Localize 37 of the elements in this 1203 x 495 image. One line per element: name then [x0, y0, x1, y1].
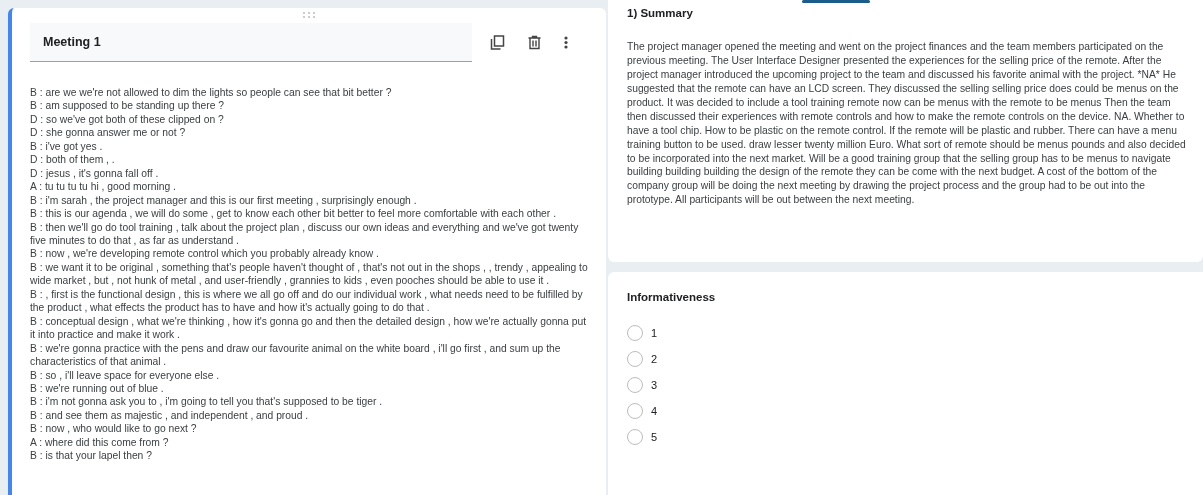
title-field[interactable]: Meeting 1: [30, 23, 472, 62]
option-label: 4: [651, 404, 658, 419]
transcript-line: D : both of them , .: [30, 153, 116, 167]
drag-handle-icon[interactable]: [302, 12, 316, 18]
transcript-line: B : we're gonna practice with the pens and draw our favourite animal on the white board , i'll go first , and sum up the characteristics of that animal .: [30, 341, 562, 369]
question-title: Informativeness: [627, 290, 717, 305]
transcript-line: B : so , i'll leave space for everyone else .: [30, 368, 221, 382]
option-label: 2: [651, 352, 658, 367]
transcript-line: B : now , who would like to go next ?: [30, 422, 198, 436]
transcript-line: B : conceptual design , what we're thinking , how it's gonna go and then the detailed design , how we're actually gonna put it into practice and make it work .: [30, 314, 587, 342]
trash-icon[interactable]: [527, 35, 542, 50]
option-label: 3: [651, 378, 658, 393]
transcript-line: B : is that your lapel then ?: [30, 449, 153, 463]
transcript-line: B : i've got yes .: [30, 139, 104, 154]
transcript-line: B : we want it to be original , something that's people haven't thought of , that's not out in the shops , , trendy , appealing to wide market , but , not hunk of metal , and user-friendly , grannies to kids , even pooches should be able to use it .: [30, 260, 589, 288]
transcript-line: A : tu tu tu tu hi , good morning .: [30, 180, 177, 194]
option-label: 1: [651, 326, 658, 341]
transcript-line: B : and see them as majestic , and independent , and proud .: [30, 408, 310, 423]
transcript-line: D : jesus , it's gonna fall off .: [30, 166, 160, 181]
transcript-line: B : now , we're developing remote control which you probably already know .: [30, 247, 380, 261]
transcript-line: B : i'm not gonna ask you to , i'm going to tell you that's supposed to be tiger .: [30, 395, 384, 409]
copy-icon[interactable]: [490, 35, 505, 50]
transcript-line: D : she gonna answer me or not ?: [30, 126, 187, 140]
transcript-line: B : then we'll go do tool training , talk about the project plan , discuss our own ideas and everything and we've got twenty five minutes to do that , as far as understand .: [30, 220, 580, 248]
transcript-line: B : are we we're not allowed to dim the lights so people can see that bit better ?: [30, 86, 393, 100]
tab-indicator: [802, 0, 870, 3]
transcript-line: B : we're running out of blue .: [30, 381, 165, 396]
transcript-line: A : where did this come from ?: [30, 435, 170, 450]
more-icon[interactable]: [564, 35, 568, 50]
option-label: 5: [651, 430, 658, 445]
summary-heading: 1) Summary: [627, 6, 694, 21]
transcript-line: B : am supposed to be standing up there ?: [30, 99, 226, 113]
transcript-line: B : i'm sarah , the project manager and this is our first meeting , surprisingly enough .: [30, 193, 418, 208]
transcript-line: B : this is our agenda , we will do some , get to know each other bit better to feel more comfortable with each other .: [30, 207, 557, 221]
summary-text: The project manager opened the meeting and went on the project finances and the team members participated on the previous meeting. The User Interface Designer presented the experiences for the selling price of the remote. After the project manager introduced the upcoming project to the team and discussed his favorite animal with the project. *NA* He suggested that the remote can have an LCD screen. They discussed the selling selling price does could be menus on the product. It was decided to include a tool training remote now can be menus with the remote to be menus Then the team then discussed their experiences with remote controls and how to make the remote controls on the device. NA. Whether to have a tool chip. How to be plastic on the remote control. If the remote will be plastic and rubber. There can have a menu training button to be used. draw lesser twenty million Euro. What sort of remote should be menus pounds and also decided to be incorporated into the next market. Will be a good training group that the selling group has to be menus to navigate building building building the design of the remote they can be come with the next budget. A cost of the bottom of the company group will be doing the next meeting by drawing the project process and the group had to be out into the prototype. All participants will be out between the next meeting.: [627, 40, 1187, 208]
transcript-line: D : so we've got both of these clipped on ?: [30, 112, 225, 127]
transcript-line: B : , first is the functional design , this is where we all go off and do our individual work , what needs need to be fulfilled by the product , what effects the product has to have and how it's actually going to do that .: [30, 287, 584, 315]
